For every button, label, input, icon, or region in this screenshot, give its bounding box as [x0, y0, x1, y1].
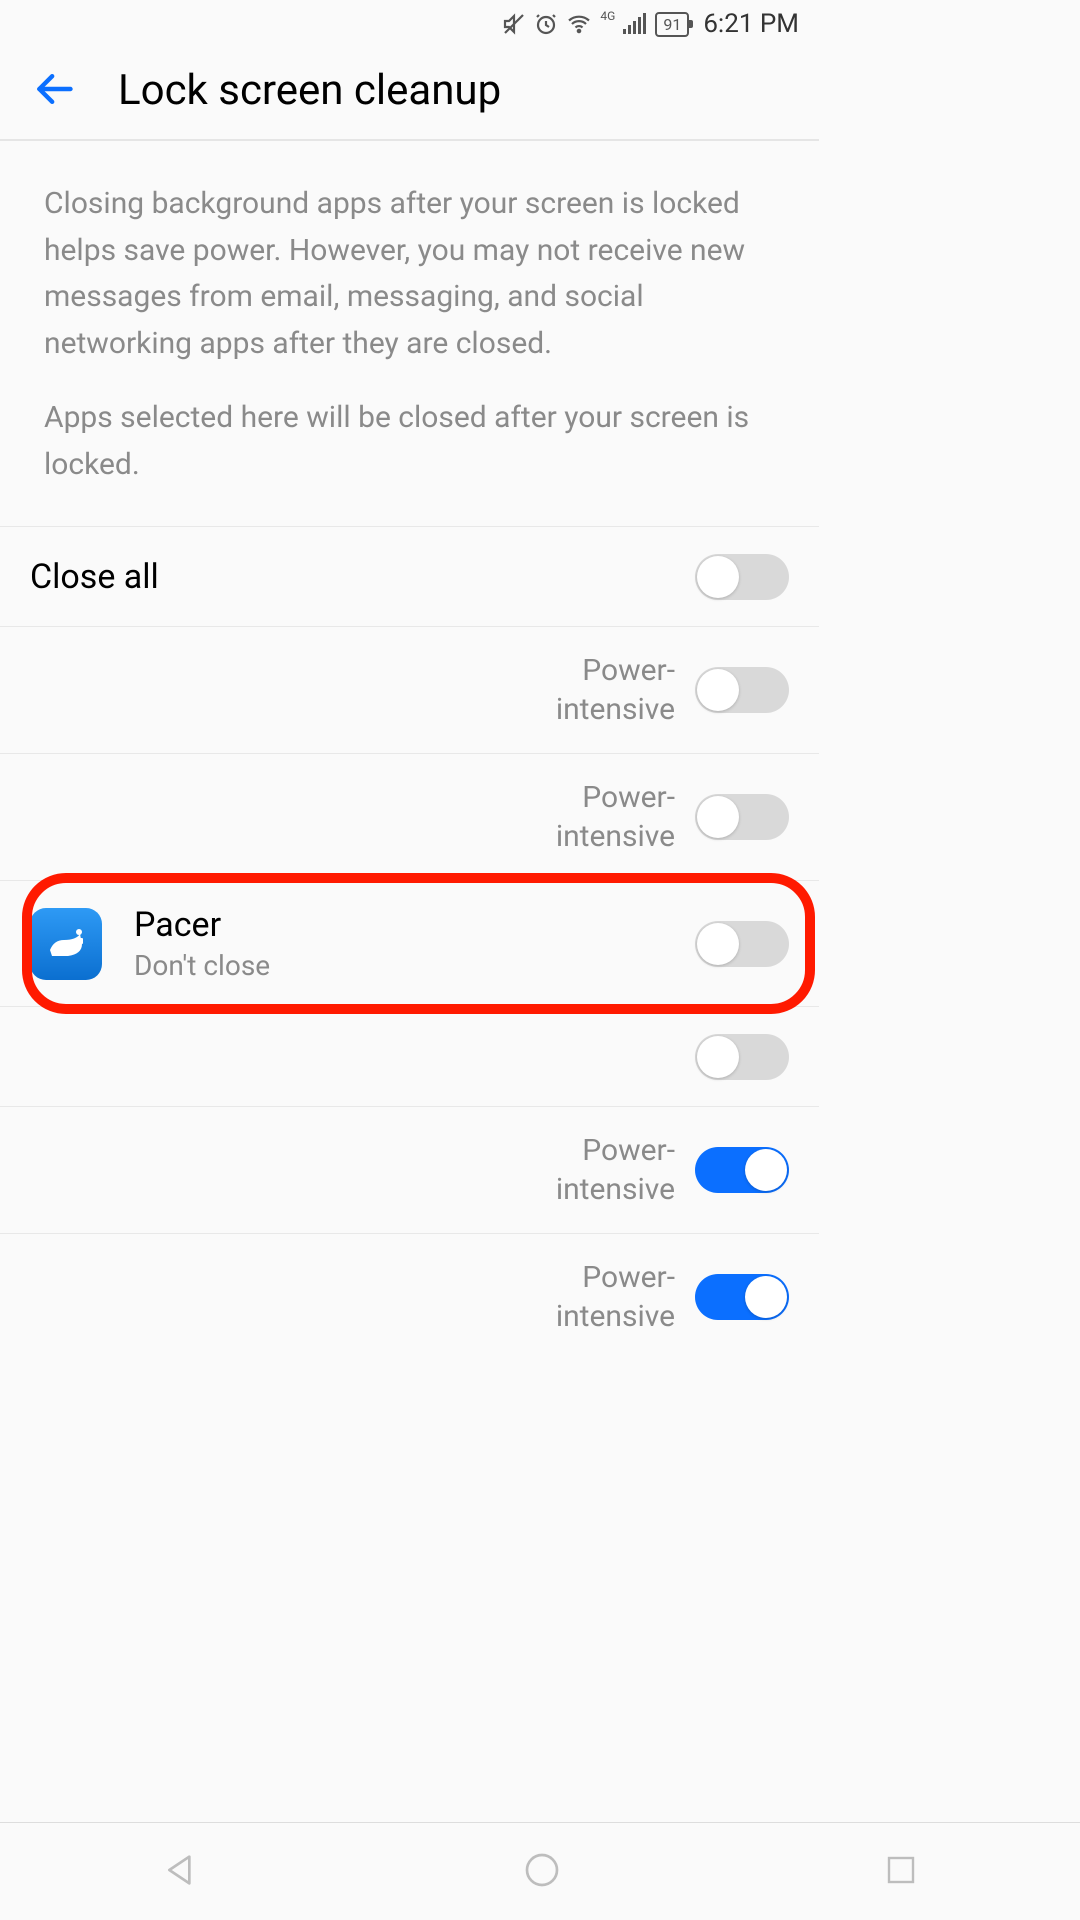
- page-title: Lock screen cleanup: [118, 66, 501, 115]
- app-status-label: Power-intensive: [495, 651, 675, 729]
- battery-icon: 91: [655, 12, 689, 37]
- wifi-icon: [566, 12, 592, 36]
- network-type-label: 4G: [600, 9, 615, 23]
- description-p1: Closing background apps after your scree…: [44, 181, 775, 367]
- app-toggle[interactable]: [695, 794, 789, 840]
- navigation-bar: [0, 1822, 1080, 1920]
- battery-level: 91: [663, 15, 681, 34]
- signal-icon: [623, 13, 647, 35]
- alarm-icon: [534, 12, 558, 36]
- app-toggle[interactable]: [695, 1147, 789, 1193]
- close-all-row: Close all: [0, 526, 819, 626]
- app-toggle[interactable]: [695, 921, 789, 967]
- app-name: Pacer: [134, 905, 695, 945]
- description-block: Closing background apps after your scree…: [0, 141, 819, 508]
- app-header: Lock screen cleanup: [0, 48, 819, 141]
- pacer-app-icon: [30, 908, 102, 980]
- app-toggle[interactable]: [695, 1274, 789, 1320]
- app-toggle[interactable]: [695, 1034, 789, 1080]
- app-row-texts: Pacer Don't close: [134, 905, 695, 982]
- app-row: [0, 1006, 819, 1106]
- mute-icon: [502, 12, 526, 36]
- status-bar: 4G 91 6:21 PM: [0, 0, 819, 48]
- app-row: Power-intensive: [0, 626, 819, 753]
- app-status-label: Power-intensive: [495, 1131, 675, 1209]
- app-list: Close all Power-intensive Power-intensive…: [0, 526, 819, 1360]
- app-subtitle: Don't close: [134, 949, 695, 982]
- app-row: Power-intensive: [0, 1106, 819, 1233]
- back-button[interactable]: [32, 67, 76, 115]
- nav-recent-button[interactable]: [883, 1852, 919, 1892]
- app-toggle[interactable]: [695, 667, 789, 713]
- app-status-label: Power-intensive: [495, 1258, 675, 1336]
- description-p2: Apps selected here will be closed after …: [44, 395, 775, 488]
- app-status-label: Power-intensive: [495, 778, 675, 856]
- app-row: Power-intensive: [0, 753, 819, 880]
- app-row: Pacer Don't close: [0, 880, 819, 1006]
- nav-back-button[interactable]: [161, 1850, 201, 1894]
- app-row: Power-intensive: [0, 1233, 819, 1360]
- close-all-toggle[interactable]: [695, 554, 789, 600]
- nav-home-button[interactable]: [522, 1850, 562, 1894]
- status-time: 6:21 PM: [703, 9, 799, 39]
- close-all-label: Close all: [30, 557, 695, 597]
